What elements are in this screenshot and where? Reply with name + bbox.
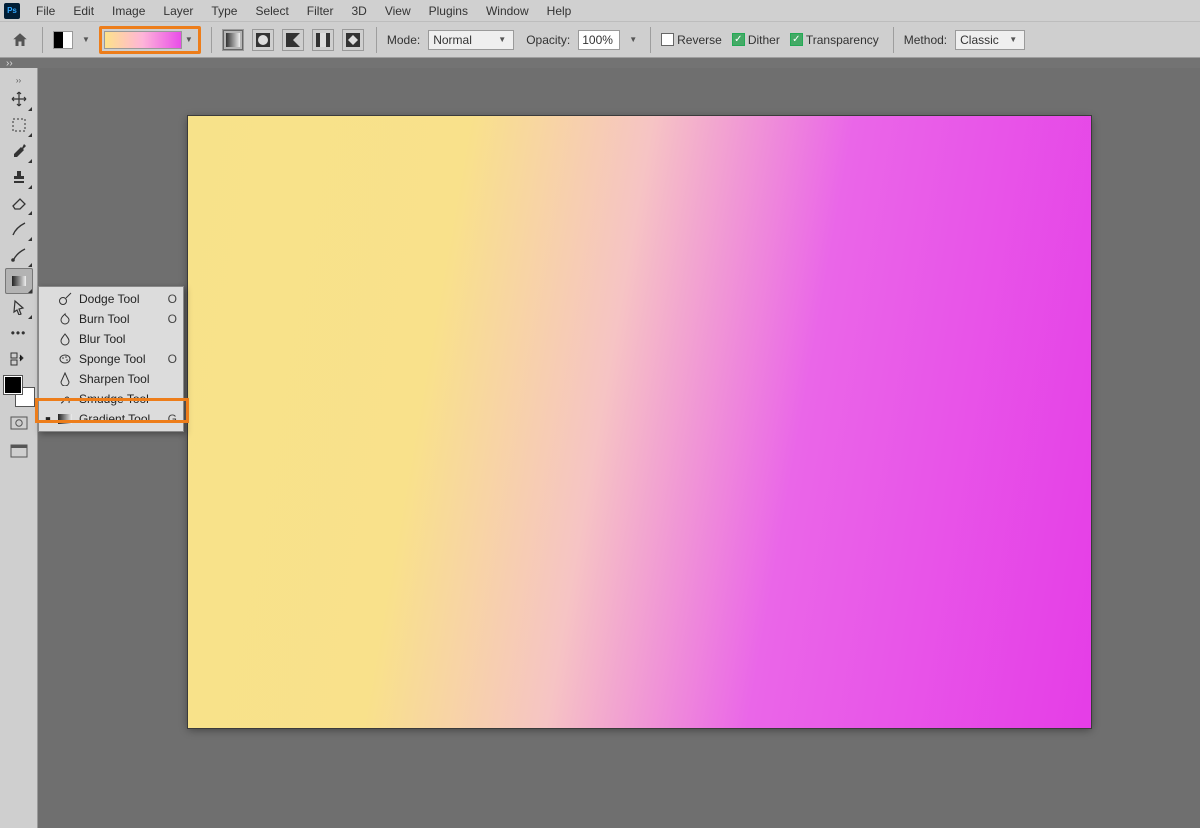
gradient-style-reflected[interactable] <box>312 29 334 51</box>
home-button[interactable] <box>8 28 32 52</box>
tool-path-select[interactable] <box>5 294 33 320</box>
menu-type[interactable]: Type <box>203 2 245 20</box>
ellipsis-icon: ••• <box>11 326 27 340</box>
menu-layer[interactable]: Layer <box>155 2 201 20</box>
collapse-toggle[interactable]: ›› <box>0 74 37 86</box>
tool-edit-toolbar[interactable] <box>5 346 33 372</box>
menu-filter[interactable]: Filter <box>299 2 342 20</box>
eraser-icon <box>10 194 28 212</box>
menu-select[interactable]: Select <box>247 2 296 20</box>
quick-mask-toggle[interactable] <box>7 412 31 434</box>
menu-help[interactable]: Help <box>539 2 580 20</box>
flyout-item-blur[interactable]: Blur Tool <box>39 329 183 349</box>
flyout-item-smudge[interactable]: Smudge Tool <box>39 389 183 409</box>
edit-toolbar-icon <box>10 352 28 366</box>
active-indicator: ■ <box>45 414 51 424</box>
divider <box>376 27 377 53</box>
divider <box>650 27 651 53</box>
options-bar: ▼ ▼ Mode: Normal▼ Opacity: 100% ▼ Revers… <box>0 22 1200 58</box>
tool-stamp[interactable] <box>5 164 33 190</box>
gradient-style-angle[interactable] <box>282 29 304 51</box>
tool-more[interactable]: ••• <box>5 320 33 346</box>
home-icon <box>11 31 29 49</box>
menu-3d[interactable]: 3D <box>343 2 374 20</box>
tool-flyout: Dodge Tool O Burn Tool O Blur Tool Spong… <box>38 286 184 432</box>
mode-select[interactable]: Normal▼ <box>428 30 514 50</box>
menu-view[interactable]: View <box>377 2 419 20</box>
gradient-style-linear[interactable] <box>222 29 244 51</box>
eyedropper-icon <box>10 142 28 160</box>
burn-icon <box>57 312 73 326</box>
chevron-down-icon[interactable]: ▼ <box>79 35 93 44</box>
dither-checkbox[interactable]: Dither <box>732 33 780 47</box>
flyout-item-burn[interactable]: Burn Tool O <box>39 309 183 329</box>
screenmode-icon <box>10 444 28 458</box>
workspace: ›› ••• Dodge Tool O Burn Tool O <box>0 68 1200 828</box>
stamp-icon <box>11 169 27 185</box>
menubar: Ps File Edit Image Layer Type Select Fil… <box>0 0 1200 22</box>
method-select[interactable]: Classic▼ <box>955 30 1025 50</box>
gradient-picker-highlight: ▼ <box>99 26 201 54</box>
arrow-icon <box>11 299 27 315</box>
brush-icon <box>10 220 28 238</box>
divider <box>42 27 43 53</box>
tool-gradient[interactable] <box>5 268 33 294</box>
color-swatches[interactable] <box>4 376 34 406</box>
smudge-icon <box>57 392 73 406</box>
history-brush-icon <box>10 246 28 264</box>
flyout-item-dodge[interactable]: Dodge Tool O <box>39 289 183 309</box>
gradient-icon <box>11 273 27 289</box>
foreground-color[interactable] <box>4 376 22 394</box>
sharpen-icon <box>57 372 73 386</box>
chevron-down-icon[interactable]: ▼ <box>626 35 640 44</box>
sponge-icon <box>57 352 73 366</box>
chevron-down-icon[interactable]: ▼ <box>182 35 196 44</box>
menu-plugins[interactable]: Plugins <box>421 2 476 20</box>
screen-mode-toggle[interactable] <box>7 440 31 462</box>
divider <box>211 27 212 53</box>
blur-icon <box>57 332 73 346</box>
document-tab-strip: ›› <box>0 58 1200 68</box>
tool-eraser[interactable] <box>5 190 33 216</box>
app-logo: Ps <box>4 3 20 19</box>
canvas[interactable] <box>188 116 1091 728</box>
menu-window[interactable]: Window <box>478 2 537 20</box>
gradient-style-diamond[interactable] <box>342 29 364 51</box>
gradient-picker[interactable] <box>104 31 182 49</box>
flyout-item-sponge[interactable]: Sponge Tool O <box>39 349 183 369</box>
tool-history-brush[interactable] <box>5 242 33 268</box>
tool-marquee[interactable] <box>5 112 33 138</box>
flyout-item-sharpen[interactable]: Sharpen Tool <box>39 369 183 389</box>
tool-brush[interactable] <box>5 216 33 242</box>
tool-eyedropper[interactable] <box>5 138 33 164</box>
move-icon <box>10 90 28 108</box>
quickmask-icon <box>10 416 28 430</box>
chevron-down-icon: ▼ <box>495 35 509 44</box>
tool-move[interactable] <box>5 86 33 112</box>
current-tool-preset[interactable] <box>53 31 73 49</box>
tools-panel: ›› ••• <box>0 68 38 828</box>
menu-edit[interactable]: Edit <box>65 2 102 20</box>
mode-label: Mode: <box>387 33 420 47</box>
method-label: Method: <box>904 33 947 47</box>
marquee-icon <box>11 117 27 133</box>
divider <box>893 27 894 53</box>
chevron-down-icon: ▼ <box>1006 35 1020 44</box>
dodge-icon <box>57 292 73 306</box>
gradient-style-radial[interactable] <box>252 29 274 51</box>
opacity-input[interactable]: 100% <box>578 30 620 50</box>
flyout-item-gradient[interactable]: ■ Gradient Tool G <box>39 409 183 429</box>
menu-image[interactable]: Image <box>104 2 153 20</box>
gradient-icon <box>57 413 73 425</box>
opacity-label: Opacity: <box>526 33 570 47</box>
transparency-checkbox[interactable]: Transparency <box>790 33 879 47</box>
reverse-checkbox[interactable]: Reverse <box>661 33 722 47</box>
menu-file[interactable]: File <box>28 2 63 20</box>
